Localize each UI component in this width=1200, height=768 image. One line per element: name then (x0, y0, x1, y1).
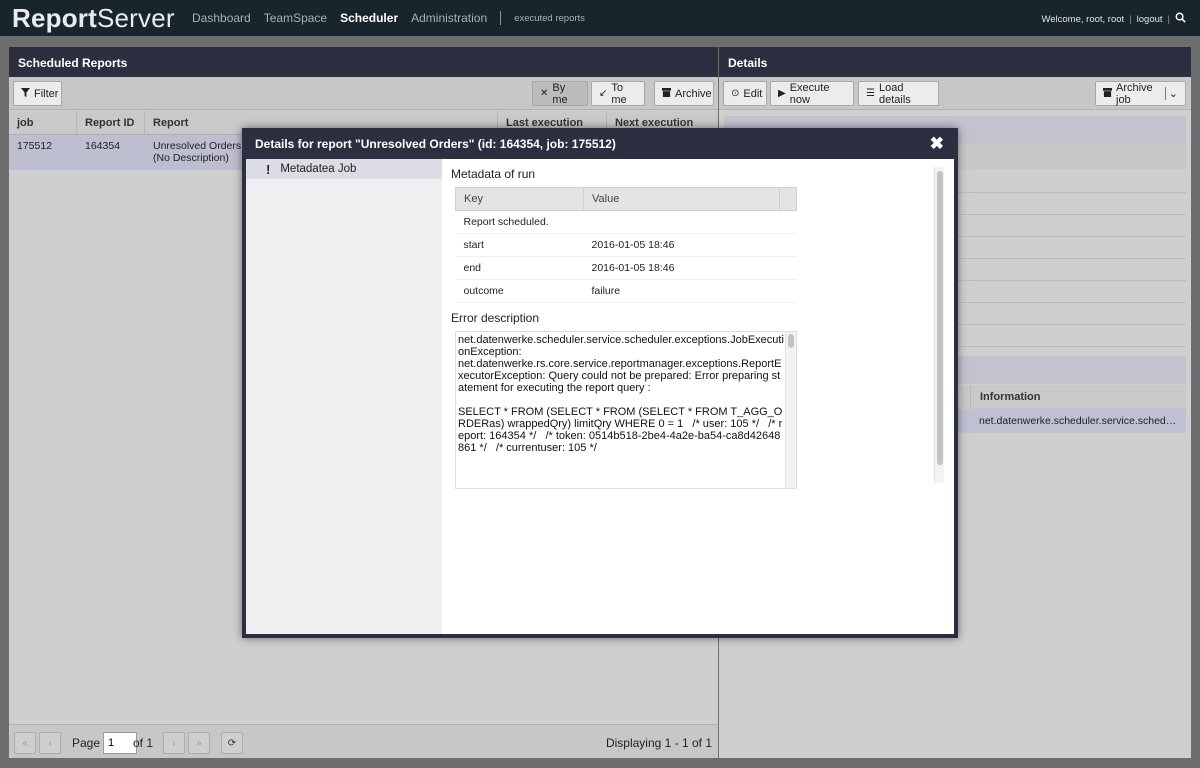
page-of: of 1 (133, 736, 154, 750)
edit-icon: ⊙ (731, 88, 740, 99)
list-icon: ☰ (866, 88, 875, 99)
meta-value: 2016-01-05 18:46 (583, 256, 780, 280)
scrollbar-thumb[interactable] (937, 171, 943, 465)
by-me-button[interactable]: ✕ By me (532, 81, 588, 106)
scrollbar-thumb[interactable] (788, 334, 794, 348)
cell-information: net.datenwerke.scheduler.service.sched… (979, 415, 1177, 427)
meta-key: Report scheduled. (455, 210, 780, 234)
table-row[interactable]: end 2016-01-05 18:46 (455, 256, 797, 280)
app-logo[interactable]: ReportServer (12, 3, 175, 34)
details-modal: Details for report "Unresolved Orders" (… (242, 128, 958, 638)
metadata-label: Metadata of run (451, 167, 536, 181)
filter-button[interactable]: Filter (13, 81, 62, 106)
arrow-in-icon: ↙ (599, 88, 608, 99)
last-page-button[interactable]: » (188, 732, 210, 754)
play-icon: ▶ (778, 88, 786, 99)
pager: « ‹ Page of 1 › » ⟳ Displaying 1 - 1 of … (9, 724, 718, 758)
modal-content: Metadata of run Key Value Report schedul… (451, 167, 936, 489)
edit-button[interactable]: ⊙ Edit (723, 81, 767, 106)
page-label: Page (72, 736, 101, 750)
arrows-icon: ✕ (540, 88, 549, 99)
archive-job-button[interactable]: Archive job ⌄ (1095, 81, 1186, 106)
funnel-icon (21, 87, 30, 100)
chevron-down-icon: ⌄ (1164, 87, 1178, 100)
report-name: Unresolved Orders (153, 140, 242, 152)
modal-scrollbar[interactable] (934, 167, 944, 483)
first-page-button[interactable]: « (14, 732, 36, 754)
cell-report-id: 164354 (85, 140, 121, 152)
cell-job: 175512 (17, 140, 53, 152)
refresh-button[interactable]: ⟳ (221, 732, 243, 754)
search-icon[interactable] (1175, 12, 1186, 26)
details-title: Details (719, 47, 1191, 77)
report-desc: (No Description) (153, 152, 229, 164)
metadata-table: Key Value Report scheduled. start 2016-0… (455, 187, 797, 303)
details-toolbar: ⊙ Edit ▶ Execute now ☰ Load details Arch… (719, 77, 1191, 110)
error-label: Error description (451, 311, 540, 325)
box-icon (1103, 87, 1112, 100)
separator: | (1129, 13, 1132, 25)
nav-dashboard[interactable]: Dashboard (192, 11, 251, 25)
modal-nav: ! Metadatea Job (246, 159, 442, 634)
archive-button[interactable]: Archive (654, 81, 714, 106)
table-row[interactable]: outcome failure (455, 279, 797, 303)
displaying-count: Displaying 1 - 1 of 1 (605, 736, 712, 750)
col-report-id[interactable]: Report ID (77, 111, 145, 134)
main-nav: Dashboard TeamSpace Scheduler Administra… (192, 11, 585, 25)
modal-body: ! Metadatea Job Metadata of run Key Valu… (246, 159, 954, 634)
breadcrumb[interactable]: executed reports (514, 13, 585, 24)
nav-scheduler[interactable]: Scheduler (340, 11, 398, 25)
meta-key: start (455, 233, 584, 257)
meta-value: failure (583, 279, 780, 303)
key-header[interactable]: Key (455, 187, 584, 211)
separator: | (1167, 13, 1170, 25)
page-input[interactable] (103, 732, 137, 754)
execute-now-button[interactable]: ▶ Execute now (770, 81, 854, 106)
to-me-button[interactable]: ↙ To me (591, 81, 645, 106)
nav-metadata-job[interactable]: ! Metadatea Job (246, 159, 442, 179)
exclamation-icon: ! (266, 161, 271, 177)
nav-separator (500, 11, 502, 25)
nav-teamspace[interactable]: TeamSpace (264, 11, 327, 25)
table-row[interactable]: Report scheduled. (455, 210, 797, 234)
col-information[interactable]: Information (970, 385, 1050, 409)
value-header[interactable]: Value (583, 187, 780, 211)
next-page-button[interactable]: › (163, 732, 185, 754)
meta-value: 2016-01-05 18:46 (583, 233, 780, 257)
nav-administration[interactable]: Administration (411, 11, 487, 25)
logout-link[interactable]: logout (1137, 14, 1163, 25)
error-text: net.datenwerke.scheduler.service.schedul… (458, 334, 784, 454)
table-row[interactable]: start 2016-01-05 18:46 (455, 233, 797, 257)
meta-key: end (455, 256, 584, 280)
load-details-button[interactable]: ☰ Load details (858, 81, 939, 106)
close-icon[interactable]: ✖ (930, 134, 944, 154)
welcome-text: Welcome, root, root (1041, 13, 1125, 25)
error-textarea[interactable]: net.datenwerke.scheduler.service.schedul… (455, 331, 797, 489)
meta-key: outcome (455, 279, 584, 303)
top-bar: ReportServer Dashboard TeamSpace Schedul… (0, 0, 1200, 36)
header-spacer (779, 187, 797, 211)
user-box: Welcome, root, root | logout | (1041, 12, 1186, 26)
col-job[interactable]: job (9, 111, 77, 134)
modal-title: Details for report "Unresolved Orders" (… (255, 137, 616, 151)
box-icon (662, 87, 671, 100)
error-scrollbar[interactable] (785, 332, 796, 488)
panel-title: Scheduled Reports (9, 47, 718, 77)
left-toolbar: Filter ✕ By me ↙ To me Archive (9, 77, 718, 110)
prev-page-button[interactable]: ‹ (39, 732, 61, 754)
